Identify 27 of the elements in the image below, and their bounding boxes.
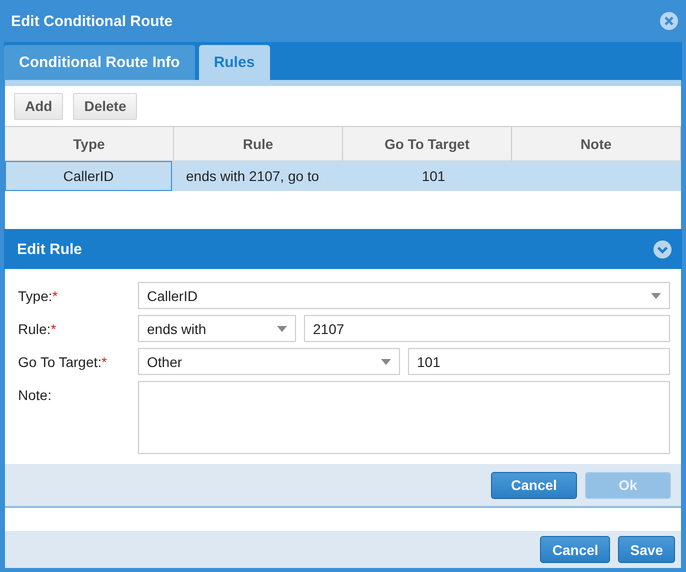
collapse-icon[interactable] bbox=[653, 240, 672, 258]
caret-icon[interactable] bbox=[651, 292, 661, 298]
field-label: Go To Target:* bbox=[18, 354, 107, 370]
add-button[interactable]: Add bbox=[14, 92, 64, 120]
window-title: Edit Conditional Route bbox=[11, 12, 173, 30]
save-button[interactable]: Save bbox=[618, 536, 675, 563]
table-cell: ends with 2107, go to bbox=[186, 168, 320, 184]
dropdown-field[interactable]: Other bbox=[138, 348, 400, 375]
field-label: Note: bbox=[18, 387, 52, 403]
input-field[interactable]: 101 bbox=[408, 348, 670, 375]
table-cell: CallerID bbox=[63, 168, 114, 184]
delete-button[interactable]: Delete bbox=[73, 92, 138, 120]
note-field[interactable] bbox=[138, 381, 670, 454]
cancel-button[interactable]: Cancel bbox=[540, 536, 610, 563]
field-label: Rule:* bbox=[18, 321, 56, 337]
input-field[interactable]: 2107 bbox=[304, 315, 670, 342]
column-header[interactable]: Type bbox=[5, 127, 174, 161]
dropdown-field[interactable]: ends with bbox=[138, 315, 296, 342]
cancel-button[interactable]: Cancel bbox=[491, 472, 577, 498]
table-cell: 101 bbox=[422, 168, 446, 184]
close-icon[interactable] bbox=[659, 11, 679, 31]
table-row[interactable]: CallerID ends with 2107, go to 101 bbox=[5, 161, 681, 191]
caret-icon[interactable] bbox=[381, 358, 391, 364]
section-title: Edit Rule bbox=[17, 240, 82, 258]
caret-icon[interactable] bbox=[277, 326, 287, 332]
dropdown-field[interactable]: CallerID bbox=[138, 282, 670, 309]
field-label: Type:* bbox=[18, 288, 58, 304]
